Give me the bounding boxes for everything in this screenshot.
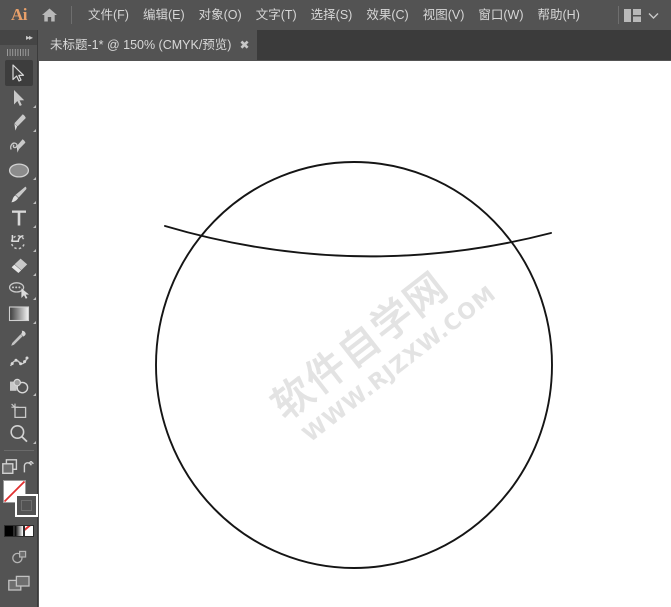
home-icon	[41, 7, 58, 23]
workspace-switcher[interactable]	[624, 9, 659, 22]
shape-builder-icon	[8, 378, 30, 395]
drawing-mode-icon	[11, 550, 27, 565]
scale-lasso-icon	[8, 281, 30, 299]
grip-dots-icon	[7, 49, 31, 56]
tool-flyout-indicator	[33, 321, 36, 324]
tool-flyout-indicator	[33, 105, 36, 108]
pen-nib-icon	[11, 113, 27, 132]
menu-window[interactable]: 窗口(W)	[471, 4, 530, 27]
direct-selection-tool[interactable]	[4, 86, 34, 110]
menu-file[interactable]: 文件(F)	[81, 4, 136, 27]
gradient-tool[interactable]	[4, 302, 34, 326]
tools-more-button[interactable]: •••	[0, 597, 38, 607]
home-button[interactable]	[32, 0, 66, 30]
tool-flyout-indicator	[33, 441, 36, 444]
app-logo-text: Ai	[11, 5, 27, 25]
screen-mode-icon	[8, 575, 30, 592]
ellipse-tool[interactable]	[4, 158, 34, 182]
arc-path[interactable]	[165, 226, 551, 256]
close-icon[interactable]: ✖	[231, 30, 257, 60]
shape-builder-tool[interactable]	[4, 374, 34, 398]
lasso-scale-tool[interactable]	[4, 278, 34, 302]
color-swatch[interactable]	[4, 525, 14, 537]
menu-bar: Ai 文件(F) 编辑(E) 对象(O) 文字(T) 选择(S) 效果(C) 视…	[0, 0, 671, 30]
tools-divider	[4, 450, 34, 451]
artboard-icon	[9, 401, 29, 420]
menu-separator	[71, 6, 72, 24]
magnifier-icon	[9, 424, 29, 444]
menubar-right-group	[613, 6, 671, 24]
ellipse-icon	[8, 162, 30, 179]
paintbrush-icon	[10, 185, 28, 204]
type-tool[interactable]	[4, 206, 34, 230]
direct-selection-arrow-icon	[12, 89, 26, 107]
workspace-layout-icon	[624, 9, 641, 22]
tool-flyout-indicator	[33, 225, 36, 228]
menu-view[interactable]: 视图(V)	[416, 4, 472, 27]
zoom-tool[interactable]	[4, 422, 34, 446]
tool-flyout-indicator	[33, 129, 36, 132]
rotate-tool[interactable]	[4, 230, 34, 254]
stroke-swatch-inner	[21, 500, 32, 511]
eraser-tool[interactable]	[4, 254, 34, 278]
document-tab[interactable]: 未标题-1* @ 150% (CMYK/预览) ✖	[38, 30, 257, 60]
tools-panel: ▸▸	[0, 30, 38, 607]
tool-flyout-indicator	[33, 273, 36, 276]
circle-path[interactable]	[156, 162, 552, 568]
blend-icon	[9, 354, 29, 371]
tool-utility-row	[0, 456, 38, 478]
fill-stroke-control[interactable]	[0, 480, 38, 522]
menu-select[interactable]: 选择(S)	[304, 4, 360, 27]
blend-tool[interactable]	[4, 350, 34, 374]
swap-fill-stroke-icon[interactable]	[22, 461, 36, 474]
tool-list: •••	[0, 60, 37, 607]
tool-flyout-indicator	[33, 297, 36, 300]
gradient-swatch[interactable]	[14, 525, 24, 537]
tool-flyout-indicator	[33, 201, 36, 204]
eraser-icon	[9, 257, 29, 275]
selection-tool[interactable]	[5, 60, 33, 86]
document-tab-title: 未标题-1* @ 150% (CMYK/预览)	[50, 39, 231, 52]
menu-effect[interactable]: 效果(C)	[359, 4, 415, 27]
menu-item-list: 文件(F) 编辑(E) 对象(O) 文字(T) 选择(S) 效果(C) 视图(V…	[81, 4, 587, 27]
eyedropper-icon	[9, 329, 28, 348]
eyedropper-tool[interactable]	[4, 326, 34, 350]
document-tab-bar: 未标题-1* @ 150% (CMYK/预览) ✖	[0, 30, 671, 60]
menu-help[interactable]: 帮助(H)	[531, 4, 587, 27]
type-T-icon	[11, 209, 27, 227]
stroke-swatch[interactable]	[15, 494, 38, 517]
drawing-mode-button[interactable]	[4, 545, 34, 569]
double-chevron-right-icon: ▸▸	[26, 34, 32, 42]
app-logo: Ai	[6, 0, 32, 30]
none-swatch[interactable]	[24, 525, 34, 537]
color-mode-swatches	[0, 525, 38, 539]
pen-tool[interactable]	[4, 110, 34, 134]
arrange-documents-glyph	[2, 459, 18, 475]
rotate-arrow-icon	[9, 233, 28, 252]
screen-mode-button[interactable]	[4, 569, 34, 597]
canvas-artwork	[39, 61, 671, 607]
arrange-documents-icon[interactable]	[2, 459, 18, 475]
tool-flyout-indicator	[33, 177, 36, 180]
artboard-canvas[interactable]: 软件自学网 WWW.RJZXW.COM	[39, 61, 671, 607]
curvature-tool[interactable]	[4, 134, 34, 158]
menu-separator-right	[618, 6, 619, 24]
tool-flyout-indicator	[33, 393, 36, 396]
swap-arrow-glyph	[22, 461, 36, 474]
chevron-down-icon	[648, 12, 659, 19]
illustrator-window: Ai 文件(F) 编辑(E) 对象(O) 文字(T) 选择(S) 效果(C) 视…	[0, 0, 671, 607]
menu-type[interactable]: 文字(T)	[249, 4, 304, 27]
tools-panel-drag-handle[interactable]	[0, 45, 37, 60]
gradient-swatch-icon	[8, 305, 30, 323]
curvature-pen-icon	[9, 137, 28, 155]
paintbrush-tool[interactable]	[4, 182, 34, 206]
tool-flyout-indicator	[33, 249, 36, 252]
tools-panel-collapse-button[interactable]: ▸▸	[0, 30, 37, 45]
artboard-tool[interactable]	[4, 398, 34, 422]
menu-edit[interactable]: 编辑(E)	[136, 4, 192, 27]
menu-object[interactable]: 对象(O)	[192, 4, 249, 27]
selection-arrow-icon	[11, 64, 26, 82]
